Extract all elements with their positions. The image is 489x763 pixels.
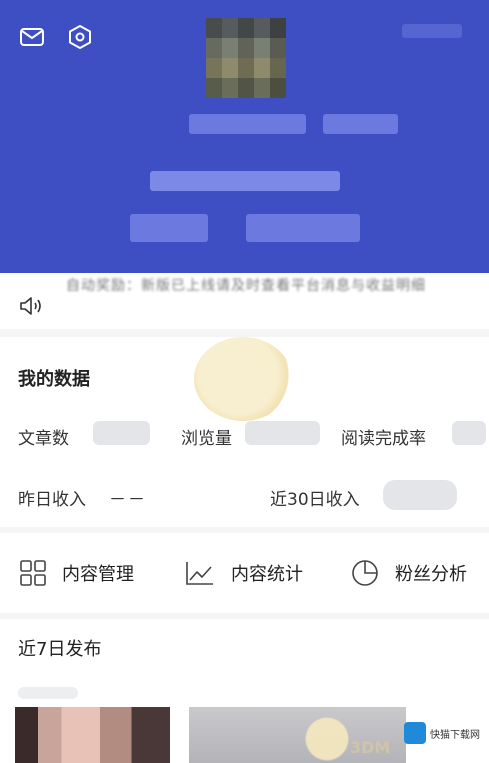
line-chart-icon	[186, 562, 213, 585]
content-stats-label: 内容统计	[231, 564, 303, 585]
header-right-placeholder	[402, 24, 462, 38]
views-value-redacted	[245, 421, 320, 445]
site-watermark: 快猫下载网	[430, 730, 480, 741]
username-redacted	[189, 114, 306, 134]
content-stats-button[interactable]: 内容统计	[185, 533, 303, 613]
content-manage-label: 内容管理	[62, 564, 134, 585]
views-label: 浏览量	[181, 429, 232, 449]
notice-text: 自动奖励：新版已上线请及时查看平台消息与收益明细	[66, 278, 426, 294]
brand-watermark: 3DM	[350, 738, 391, 757]
my-data-title: 我的数据	[18, 369, 90, 390]
yesterday-income-value: －－	[109, 490, 147, 510]
income-30d-value-redacted	[383, 480, 457, 510]
recent-posts-title: 近7日发布	[18, 639, 102, 660]
read-rate-value-redacted	[452, 421, 486, 445]
header-button-redacted-2[interactable]	[246, 214, 360, 242]
articles-value-redacted	[93, 421, 150, 445]
mail-icon[interactable]	[19, 24, 45, 50]
pie-chart-icon	[352, 560, 378, 586]
speaker-icon	[20, 297, 41, 315]
articles-label: 文章数	[18, 429, 69, 449]
user-bio-redacted	[150, 171, 340, 191]
income-30d-label: 近30日收入	[270, 490, 360, 510]
post-thumbnail[interactable]	[15, 707, 170, 763]
mascot-watermark-small	[298, 716, 356, 762]
header-button-redacted-1[interactable]	[130, 214, 208, 242]
read-rate-label: 阅读完成率	[341, 429, 426, 449]
tools-menu: 内容管理 内容统计 粉丝分析	[0, 533, 489, 613]
grid-icon	[20, 560, 46, 586]
content-manage-button[interactable]: 内容管理	[20, 533, 134, 613]
fans-analysis-button[interactable]: 粉丝分析	[351, 533, 467, 613]
user-badge-redacted	[323, 114, 398, 134]
notice-bar[interactable]: 自动奖励：新版已上线请及时查看平台消息与收益明细	[0, 273, 489, 329]
site-logo-icon	[404, 722, 426, 744]
avatar[interactable]	[206, 18, 286, 98]
mascot-watermark	[194, 337, 292, 421]
fans-analysis-label: 粉丝分析	[395, 564, 467, 585]
yesterday-income-label: 昨日收入	[18, 490, 86, 510]
settings-icon[interactable]	[67, 24, 93, 50]
recent-meta-redacted	[18, 687, 78, 699]
profile-header	[0, 0, 489, 273]
